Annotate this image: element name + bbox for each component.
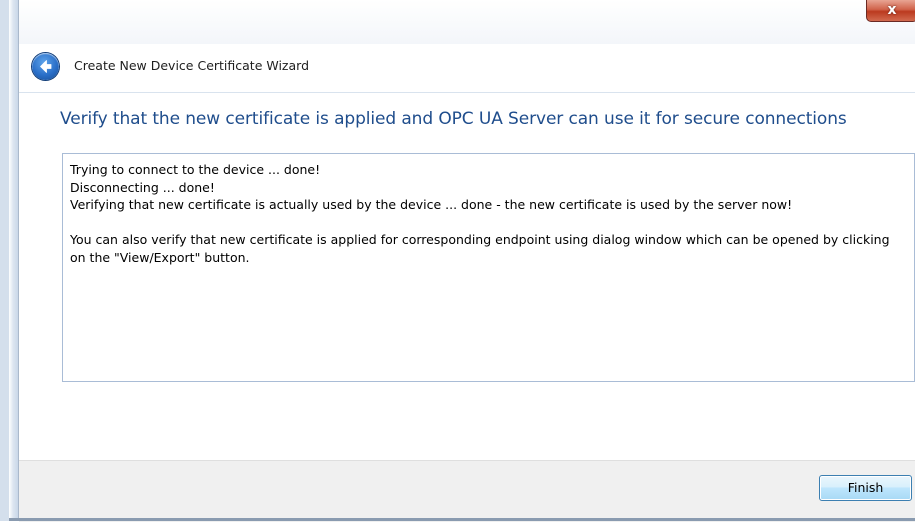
close-button[interactable]: x — [866, 0, 915, 22]
wizard-title: Create New Device Certificate Wizard — [74, 58, 310, 73]
verification-log-textbox[interactable]: Trying to connect to the device ... done… — [62, 153, 915, 382]
close-icon: x — [887, 2, 897, 18]
log-line: Verifying that new certificate is actual… — [70, 197, 793, 212]
nav-divider — [19, 92, 915, 93]
wizard-nav-row: Create New Device Certificate Wizard — [19, 44, 915, 92]
title-bar — [9, 0, 915, 44]
button-bar: Finish — [19, 460, 915, 522]
finish-button[interactable]: Finish — [819, 475, 912, 501]
back-button[interactable] — [32, 53, 59, 80]
wizard-window: x Create New Device Certificate Wizard V… — [0, 0, 915, 522]
log-line: You can also verify that new certificate… — [70, 232, 890, 265]
log-line: Trying to connect to the device ... done… — [70, 162, 321, 177]
page-heading: Verify that the new certificate is appli… — [60, 109, 847, 129]
back-arrow-icon — [40, 60, 52, 73]
log-line: Disconnecting ... done! — [70, 179, 215, 195]
window-left-border — [9, 0, 19, 521]
